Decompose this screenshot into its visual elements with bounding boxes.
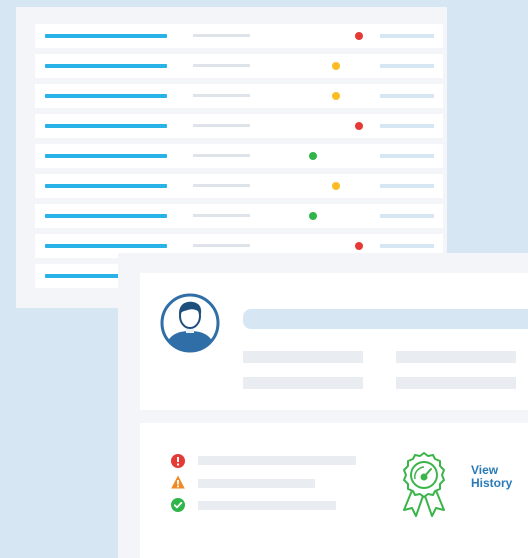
status-text-placeholder — [198, 456, 356, 465]
list-row[interactable] — [35, 144, 443, 168]
profile-card — [140, 273, 528, 410]
user-avatar-icon[interactable] — [159, 292, 221, 354]
status-dot — [355, 242, 363, 250]
view-history-link[interactable]: View History — [471, 464, 528, 490]
row-title-placeholder — [45, 124, 167, 128]
row-title-placeholder — [45, 154, 167, 158]
row-subtitle-placeholder — [193, 214, 250, 217]
row-subtitle-placeholder — [193, 34, 250, 37]
profile-detail-placeholder — [243, 351, 363, 363]
profile-detail-placeholder — [243, 377, 363, 389]
status-dot — [332, 182, 340, 190]
list-row[interactable] — [35, 114, 443, 138]
row-meta-placeholder — [380, 64, 434, 68]
detail-panel: View History — [118, 253, 528, 558]
row-title-placeholder — [45, 214, 167, 218]
list-row[interactable] — [35, 54, 443, 78]
check-icon — [171, 498, 185, 512]
row-meta-placeholder — [380, 154, 434, 158]
view-history-line2: History — [471, 476, 513, 490]
status-summary-card: View History — [140, 423, 528, 558]
row-title-placeholder — [45, 244, 167, 248]
row-meta-placeholder — [380, 184, 434, 188]
row-title-placeholder — [45, 34, 167, 38]
row-title-placeholder — [45, 94, 167, 98]
award-ribbon-icon[interactable] — [399, 450, 449, 518]
status-dot — [309, 212, 317, 220]
error-icon — [171, 454, 185, 468]
row-meta-placeholder — [380, 244, 434, 248]
status-text-placeholder — [198, 479, 315, 488]
list-row[interactable] — [35, 24, 443, 48]
list-row[interactable] — [35, 84, 443, 108]
status-text-placeholder — [198, 501, 336, 510]
list-row[interactable] — [35, 174, 443, 198]
row-subtitle-placeholder — [193, 244, 250, 247]
row-subtitle-placeholder — [193, 184, 250, 187]
status-dot — [332, 92, 340, 100]
row-meta-placeholder — [380, 34, 434, 38]
profile-detail-placeholder — [396, 377, 516, 389]
row-meta-placeholder — [380, 94, 434, 98]
profile-detail-placeholder — [396, 351, 516, 363]
profile-name-placeholder — [243, 309, 528, 329]
row-subtitle-placeholder — [193, 64, 250, 67]
warning-icon — [171, 475, 185, 489]
row-subtitle-placeholder — [193, 154, 250, 157]
row-meta-placeholder — [380, 124, 434, 128]
row-subtitle-placeholder — [193, 94, 250, 97]
status-dot — [355, 32, 363, 40]
status-dot — [332, 62, 340, 70]
row-meta-placeholder — [380, 214, 434, 218]
status-dot — [355, 122, 363, 130]
row-title-placeholder — [45, 64, 167, 68]
status-dot — [309, 152, 317, 160]
list-row[interactable] — [35, 204, 443, 228]
row-title-placeholder — [45, 184, 167, 188]
row-subtitle-placeholder — [193, 124, 250, 127]
